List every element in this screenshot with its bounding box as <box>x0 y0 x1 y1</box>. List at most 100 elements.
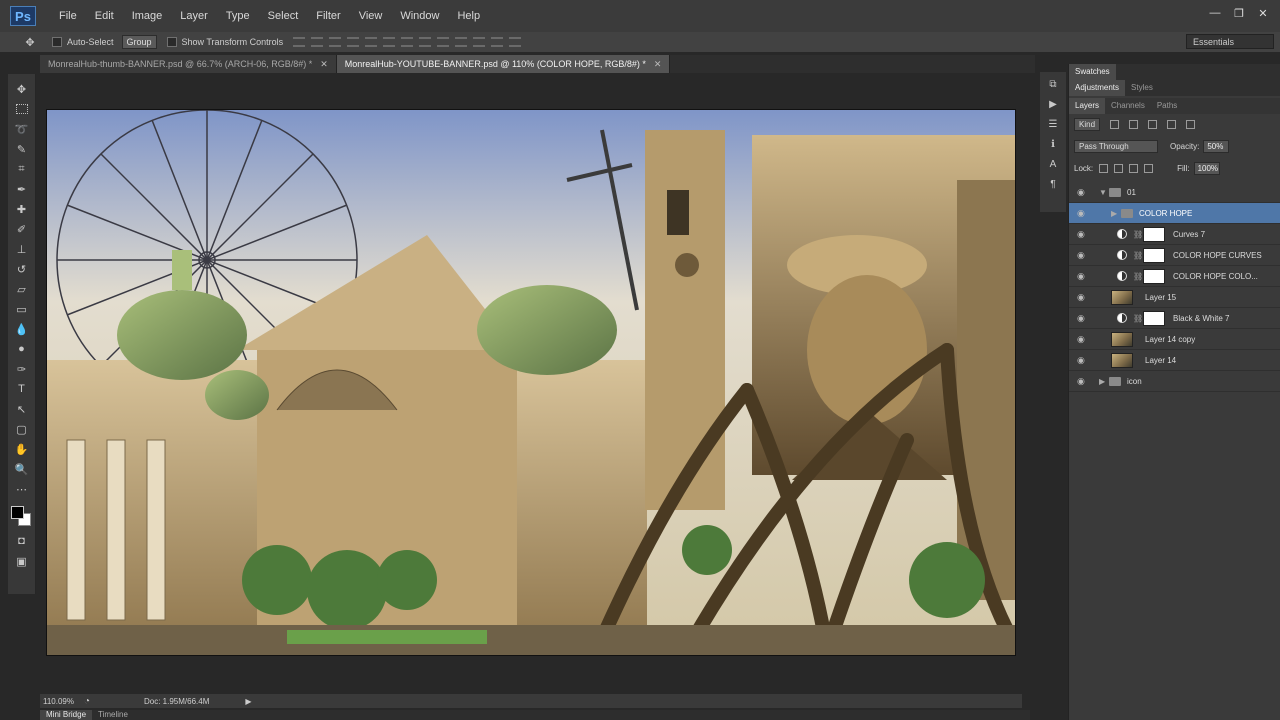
menu-image[interactable]: Image <box>123 0 172 32</box>
status-info-icon[interactable]: ◔ <box>80 695 94 707</box>
layer-mask-thumbnail[interactable] <box>1143 247 1165 263</box>
quick-select-tool-icon[interactable]: ✎ <box>14 142 30 156</box>
dodge-tool-icon[interactable]: ● <box>14 342 30 356</box>
lock-transparent-icon[interactable] <box>1099 163 1109 173</box>
menu-help[interactable]: Help <box>448 0 489 32</box>
blend-mode-select[interactable]: Pass Through <box>1074 139 1158 153</box>
menu-window[interactable]: Window <box>391 0 448 32</box>
auto-align-icon[interactable] <box>509 37 522 47</box>
link-icon[interactable]: ⛓ <box>1133 230 1143 239</box>
layer-mask-thumbnail[interactable] <box>1143 226 1165 242</box>
menu-view[interactable]: View <box>350 0 392 32</box>
restore-button[interactable]: ❐ <box>1228 5 1250 21</box>
opacity-input[interactable]: 50% <box>1203 139 1230 153</box>
workspace-select[interactable]: Essentials <box>1186 34 1274 49</box>
properties-icon[interactable]: ☰ <box>1046 118 1060 130</box>
tab-layers[interactable]: Layers <box>1069 98 1106 114</box>
quick-mask-icon[interactable]: ◘ <box>14 534 30 548</box>
eyedropper-tool-icon[interactable]: ✒ <box>14 182 30 196</box>
fill-input[interactable]: 100% <box>1193 161 1220 175</box>
visibility-eye-icon[interactable]: ◉ <box>1077 229 1089 240</box>
type-tool-icon[interactable]: T <box>14 382 30 396</box>
menu-edit[interactable]: Edit <box>86 0 123 32</box>
history-brush-tool-icon[interactable]: ↺ <box>14 262 30 276</box>
align-hcenter-icon[interactable] <box>365 37 378 47</box>
layer-mask-thumbnail[interactable] <box>1143 310 1165 326</box>
auto-select-checkbox[interactable]: Auto-Select <box>52 37 114 48</box>
eraser-tool-icon[interactable]: ▱ <box>14 282 30 296</box>
document-tab-active[interactable]: MonrealHub-YOUTUBE-BANNER.psd @ 110% (CO… <box>336 55 671 73</box>
marquee-tool-icon[interactable] <box>14 102 30 116</box>
expand-triangle-icon[interactable]: ▼ <box>1099 188 1109 197</box>
gradient-tool-icon[interactable]: ▭ <box>14 302 30 316</box>
canvas-area[interactable] <box>40 73 1022 690</box>
visibility-eye-icon[interactable]: ◉ <box>1077 292 1089 303</box>
visibility-eye-icon[interactable]: ◉ <box>1077 208 1089 219</box>
close-button[interactable]: ✕ <box>1252 5 1274 21</box>
layer-row[interactable]: ◉ Layer 14 copy <box>1069 329 1280 350</box>
tab-styles[interactable]: Styles <box>1125 80 1159 96</box>
tab-channels[interactable]: Channels <box>1105 98 1151 114</box>
actions-icon[interactable]: ▶ <box>1046 98 1060 110</box>
distribute-left-icon[interactable] <box>455 37 468 47</box>
layer-row[interactable]: ◉ ⛓ COLOR HOPE CURVES <box>1069 245 1280 266</box>
menu-file[interactable]: File <box>50 0 86 32</box>
lock-position-icon[interactable] <box>1129 163 1139 173</box>
expand-triangle-icon[interactable]: ▶ <box>1099 377 1109 386</box>
filter-adjustment-icon[interactable] <box>1129 119 1139 129</box>
filter-smart-object-icon[interactable] <box>1186 119 1196 129</box>
align-left-icon[interactable] <box>347 37 360 47</box>
hand-tool-icon[interactable]: ✋ <box>14 442 30 456</box>
lock-all-icon[interactable] <box>1144 163 1154 173</box>
layer-row-selected[interactable]: ◉ ▶ COLOR HOPE <box>1069 203 1280 224</box>
layer-row[interactable]: ◉ Layer 14 <box>1069 350 1280 371</box>
filter-type-icon[interactable] <box>1148 119 1158 129</box>
layer-row[interactable]: ◉ ⛓ COLOR HOPE COLO... <box>1069 266 1280 287</box>
menu-select[interactable]: Select <box>259 0 308 32</box>
visibility-eye-icon[interactable]: ◉ <box>1077 355 1089 366</box>
distribute-top-icon[interactable] <box>401 37 414 47</box>
layer-row[interactable]: ◉ ▶ icon <box>1069 371 1280 392</box>
show-transform-checkbox[interactable]: Show Transform Controls <box>166 37 283 48</box>
align-top-icon[interactable] <box>293 37 306 47</box>
move-tool-icon[interactable]: ✥ <box>22 35 38 49</box>
menu-layer[interactable]: Layer <box>171 0 217 32</box>
close-icon[interactable]: ✕ <box>320 55 328 73</box>
layer-row[interactable]: ◉ ⛓ Curves 7 <box>1069 224 1280 245</box>
blur-tool-icon[interactable]: 💧 <box>14 322 30 336</box>
path-select-tool-icon[interactable]: ↖ <box>14 402 30 416</box>
align-vcenter-icon[interactable] <box>311 37 324 47</box>
distribute-right-icon[interactable] <box>491 37 504 47</box>
distribute-hcenter-icon[interactable] <box>473 37 486 47</box>
link-icon[interactable]: ⛓ <box>1133 314 1143 323</box>
document-tab[interactable]: MonrealHub-thumb-BANNER.psd @ 66.7% (ARC… <box>40 55 337 73</box>
tab-adjustments[interactable]: Adjustments <box>1069 80 1126 96</box>
zoom-level[interactable]: 110.09% <box>40 697 80 706</box>
screen-mode-icon[interactable]: ▣ <box>14 554 30 568</box>
layer-row[interactable]: ◉ ▼ 01 <box>1069 182 1280 203</box>
visibility-eye-icon[interactable]: ◉ <box>1077 376 1089 387</box>
tab-paths[interactable]: Paths <box>1151 98 1183 114</box>
visibility-eye-icon[interactable]: ◉ <box>1077 313 1089 324</box>
clone-stamp-tool-icon[interactable]: ⊥ <box>14 242 30 256</box>
shape-tool-icon[interactable]: ▢ <box>14 422 30 436</box>
layer-row[interactable]: ◉ Layer 15 <box>1069 287 1280 308</box>
link-icon[interactable]: ⛓ <box>1133 272 1143 281</box>
visibility-eye-icon[interactable]: ◉ <box>1077 271 1089 282</box>
layer-mask-thumbnail[interactable] <box>1143 268 1165 284</box>
menu-filter[interactable]: Filter <box>307 0 349 32</box>
visibility-eye-icon[interactable]: ◉ <box>1077 334 1089 345</box>
minimize-button[interactable]: — <box>1204 5 1226 21</box>
document-canvas[interactable] <box>46 109 1016 656</box>
distribute-vcenter-icon[interactable] <box>419 37 432 47</box>
filter-pixel-icon[interactable] <box>1110 119 1120 129</box>
tab-swatches[interactable]: Swatches <box>1069 64 1116 80</box>
visibility-eye-icon[interactable]: ◉ <box>1077 250 1089 261</box>
lasso-tool-icon[interactable]: ➰ <box>14 122 30 136</box>
lock-pixels-icon[interactable] <box>1114 163 1124 173</box>
auto-select-target-select[interactable]: Group <box>121 35 157 49</box>
link-icon[interactable]: ⛓ <box>1133 251 1143 260</box>
color-swatches[interactable] <box>10 506 33 528</box>
close-icon[interactable]: ✕ <box>654 55 662 73</box>
brush-tool-icon[interactable]: ✐ <box>14 222 30 236</box>
